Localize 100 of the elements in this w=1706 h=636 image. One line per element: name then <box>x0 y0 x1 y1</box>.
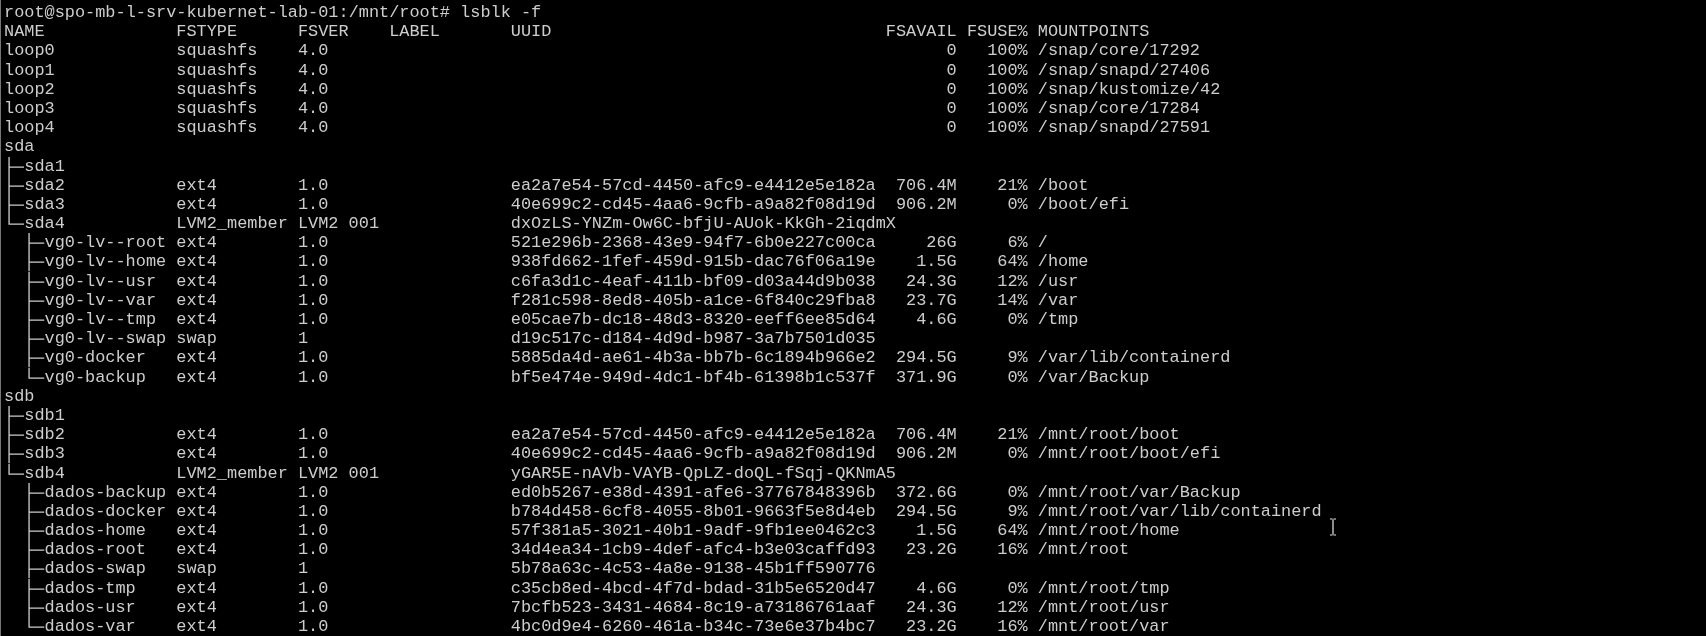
uuid-cell: 4bc0d9e4-6260-461a-b34c-73e6e37b4bc7 <box>510 617 876 636</box>
fsuse-cell: 100% <box>987 79 1028 99</box>
fsuse-cell: 16% <box>997 540 1028 560</box>
fstype-cell: ext4 <box>176 310 217 330</box>
device-name: dados-docker <box>44 501 167 522</box>
device-name: sdb1 <box>24 405 65 426</box>
fsver-cell: 1.0 <box>297 252 329 272</box>
uuid-cell: 5b78a63c-4c53-4a8e-9138-45b1ff590776 <box>510 559 876 579</box>
uuid-cell: ea2a7e54-57cd-4450-afc9-e4412e5e182a <box>510 425 876 445</box>
fsuse-cell: 12% <box>997 271 1028 291</box>
fsuse-cell: 100% <box>987 41 1028 61</box>
fsver-cell: LVM2 001 <box>297 463 380 483</box>
device-name: vg0-lv--root <box>44 233 167 253</box>
fsavail-cell: 372.6G <box>895 482 957 502</box>
device-name: vg0-backup <box>44 367 146 387</box>
mountpoint-cell: /mnt/root <box>1037 540 1130 560</box>
fsver-cell: 4.0 <box>297 60 329 80</box>
mountpoint-cell: /mnt/root/usr <box>1037 597 1170 618</box>
fsavail-cell: 24.3G <box>906 597 957 618</box>
tree-branch-line <box>28 521 45 541</box>
device-name: sda <box>4 137 35 157</box>
tree-branch-line <box>28 290 45 310</box>
fstype-cell: ext4 <box>176 521 217 541</box>
tree-branch-line <box>28 329 45 349</box>
uuid-cell: 5885da4d-ae61-4b3a-bb7b-6c1894b966e2 <box>510 348 876 368</box>
mountpoint-cell: /mnt/root/home <box>1037 521 1180 541</box>
fsver-cell: 1.0 <box>297 310 329 330</box>
fsavail-cell: 294.5G <box>895 348 957 368</box>
mountpoint-cell: /var/lib/containerd <box>1037 348 1231 368</box>
fstype-cell: ext4 <box>176 175 217 195</box>
fsavail-cell: 23.2G <box>906 617 957 636</box>
fsver-cell: 1.0 <box>297 597 329 618</box>
fsuse-cell: 21% <box>997 425 1028 445</box>
mountpoint-cell: /mnt/root/tmp <box>1037 578 1170 598</box>
fsver-cell: 4.0 <box>297 41 329 61</box>
mountpoint-cell: /tmp <box>1037 310 1079 330</box>
fsuse-cell: 12% <box>997 597 1028 618</box>
fstype-cell: ext4 <box>176 617 217 636</box>
uuid-cell: 40e699c2-cd45-4aa6-9cfb-a9a82f08d19d <box>510 444 876 464</box>
fsver-cell: LVM2 001 <box>297 214 380 234</box>
fsver-cell: 1.0 <box>297 578 329 598</box>
device-name: sdb <box>4 386 35 406</box>
device-name: dados-root <box>44 540 146 560</box>
fsver-cell: 1.0 <box>297 271 329 291</box>
fsavail-cell: 24.3G <box>906 271 957 291</box>
uuid-cell: 7bcfb523-3431-4684-8c19-a73186761aaf <box>510 597 876 618</box>
device-name: vg0-lv--tmp <box>44 310 157 330</box>
fsavail-cell: 706.4M <box>895 425 957 445</box>
fstype-cell: squashfs <box>176 98 258 119</box>
mountpoint-cell: /boot/efi <box>1037 194 1130 215</box>
fsuse-cell: 0% <box>1007 367 1028 387</box>
tree-branch-line <box>28 233 45 253</box>
fstype-cell: ext4 <box>176 271 217 291</box>
fsver-cell: 1.0 <box>297 501 329 522</box>
tree-branch-line <box>28 578 45 598</box>
device-name: dados-home <box>44 521 146 541</box>
tree-branch-line <box>8 175 25 195</box>
fsuse-cell: 0% <box>1007 444 1028 464</box>
column-header: FSVER <box>297 22 350 42</box>
device-name: dados-usr <box>44 597 136 618</box>
device-name: vg0-lv--home <box>44 252 167 272</box>
device-name: vg0-lv--swap <box>44 329 167 349</box>
uuid-cell: c35cb8ed-4bcd-4f7d-bdad-31b5e6520d47 <box>510 578 876 598</box>
device-name: dados-swap <box>44 559 146 579</box>
uuid-cell: dxOzLS-YNZm-Ow6C-bfjU-AUok-KkGh-2iqdmX <box>510 214 896 234</box>
device-name: sdb4 <box>24 463 65 483</box>
device-name: vg0-lv--usr <box>44 271 157 291</box>
fsuse-cell: 9% <box>1007 348 1028 368</box>
tree-branch-line <box>8 156 25 176</box>
mountpoint-cell: / <box>1037 233 1048 253</box>
fsavail-cell: 371.9G <box>895 367 957 387</box>
tree-branch-line <box>8 425 25 445</box>
column-header: MOUNTPOINTS <box>1037 22 1151 42</box>
fsuse-cell: 6% <box>1007 233 1028 253</box>
fsuse-cell: 0% <box>1007 578 1028 598</box>
mountpoint-cell: /var/Backup <box>1037 367 1150 387</box>
fstype-cell: ext4 <box>176 597 217 618</box>
fsavail-cell: 0 <box>946 118 957 138</box>
device-name: sda3 <box>24 194 65 215</box>
fstype-cell: ext4 <box>176 482 217 502</box>
column-header: UUID <box>510 22 553 42</box>
mountpoint-cell: /usr <box>1037 271 1079 291</box>
tree-branch-line <box>28 559 45 579</box>
uuid-cell: 34d4ea34-1cb9-4def-afc4-b3e03caffd93 <box>510 540 876 560</box>
fsver-cell: 1.0 <box>297 175 329 195</box>
fstype-cell: squashfs <box>176 41 258 61</box>
device-name: dados-backup <box>44 482 167 502</box>
fstype-cell: ext4 <box>176 290 217 311</box>
fsver-cell: 4.0 <box>297 79 329 99</box>
fstype-cell: ext4 <box>176 252 217 272</box>
fsuse-cell: 100% <box>987 60 1028 80</box>
fstype-cell: LVM2_member <box>176 214 288 234</box>
fsuse-cell: 100% <box>987 118 1028 138</box>
device-name: loop1 <box>4 60 55 80</box>
uuid-cell: ed0b5267-e38d-4391-afe6-37767848396b <box>510 482 876 502</box>
fsavail-cell: 906.2M <box>895 444 957 464</box>
uuid-cell: f281c598-8ed8-405b-a1ce-6f840c29fba8 <box>510 290 876 311</box>
fsavail-cell: 4.6G <box>916 578 957 598</box>
fsver-cell: 1.0 <box>297 444 329 464</box>
column-header: LABEL <box>389 22 441 42</box>
